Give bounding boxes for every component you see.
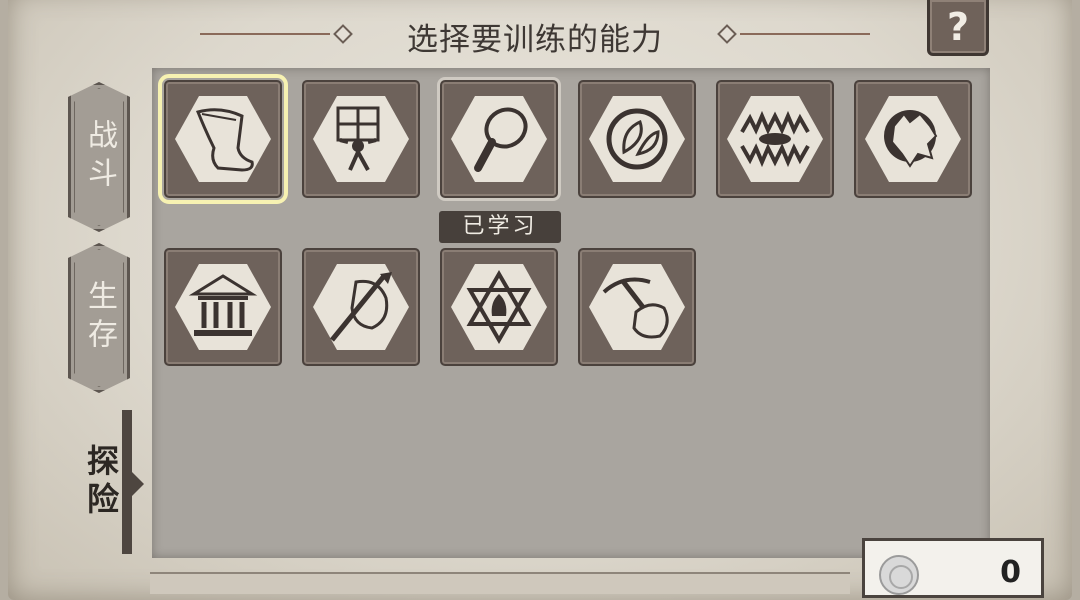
skill-pickaxe[interactable]: [578, 248, 696, 366]
tab-label: 探险: [82, 444, 120, 520]
museum-building-icon: [188, 274, 258, 336]
active-tab-marker: [122, 410, 132, 554]
currency-display: 0: [862, 538, 1044, 598]
help-button[interactable]: ?: [927, 0, 989, 56]
leaf-recycle-icon: [606, 108, 668, 170]
magnifying-glass-icon: [474, 107, 528, 172]
coin-inner-ring: [889, 565, 913, 589]
skill-star-leaf[interactable]: [440, 248, 558, 366]
learned-badge: 已学习: [439, 211, 561, 243]
skill-wolf[interactable]: [854, 80, 972, 198]
skill-magnifying-glass[interactable]: [440, 80, 558, 198]
skill-museum[interactable]: [164, 248, 282, 366]
carry-crates-icon: [336, 106, 380, 171]
spear-rock-icon: [330, 272, 392, 342]
title-ornament-right: [740, 33, 870, 35]
tab-label: 战斗: [82, 119, 117, 195]
star-leaf-emblem-icon: [466, 270, 532, 344]
skill-bear-trap[interactable]: [716, 80, 834, 198]
active-tab-arrow-icon: [132, 472, 144, 496]
skill-spear[interactable]: [302, 248, 420, 366]
title-bar: 选择要训练的能力: [190, 6, 880, 58]
skill-carry-crates[interactable]: [302, 80, 420, 198]
tab-label: 生存: [82, 280, 117, 356]
currency-value: 0: [1000, 555, 1021, 590]
skill-leaf-recycle[interactable]: [578, 80, 696, 198]
page-title: 选择要训练的能力: [407, 22, 663, 58]
bottom-bar: [150, 572, 850, 594]
skill-leg[interactable]: [158, 74, 288, 204]
coin-icon: [879, 555, 919, 595]
wolf-head-icon: [884, 110, 938, 168]
leg-icon: [195, 108, 254, 172]
pickaxe-ore-icon: [602, 277, 669, 339]
bear-trap-icon: [740, 110, 810, 168]
tab-combat[interactable]: 战斗: [68, 82, 130, 232]
tab-survival[interactable]: 生存: [68, 243, 130, 393]
question-mark-icon: ?: [946, 4, 970, 49]
